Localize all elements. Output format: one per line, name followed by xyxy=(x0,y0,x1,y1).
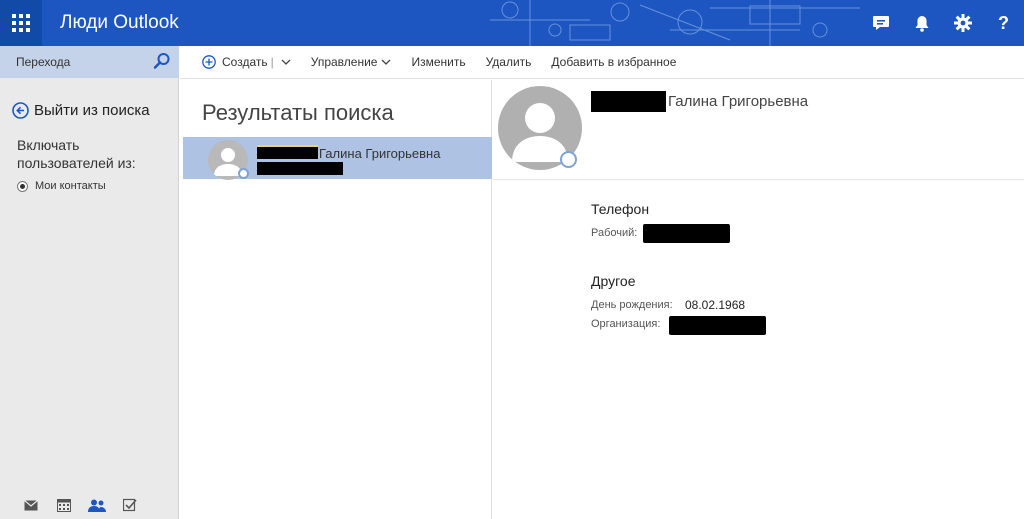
edit-button[interactable]: Изменить xyxy=(411,55,465,69)
contact-name: Галина Григорьевна xyxy=(319,146,441,161)
chevron-down-icon xyxy=(381,59,391,65)
other-section-title: Другое xyxy=(591,273,636,289)
radio-button[interactable] xyxy=(17,180,28,192)
redacted-work-phone xyxy=(643,224,730,243)
organization-label: Организация: xyxy=(591,318,661,330)
app-title[interactable]: Люди Outlook xyxy=(60,12,179,34)
people-icon xyxy=(87,499,106,512)
calendar-module-button[interactable] xyxy=(47,491,80,519)
add-to-favorites-button[interactable]: Добавить в избранное xyxy=(551,55,676,69)
redacted-detail xyxy=(257,162,343,175)
redacted-surname xyxy=(257,145,318,159)
mail-module-button[interactable] xyxy=(14,491,47,519)
separator: | xyxy=(270,55,274,69)
plus-circle-icon xyxy=(202,55,216,69)
app-launcher-button[interactable] xyxy=(0,0,42,46)
contact-header: Галина Григорьевна xyxy=(493,80,1024,180)
include-users-label: Включать пользователей из: xyxy=(17,137,136,171)
birthday-label: День рождения: xyxy=(591,299,673,311)
waffle-icon xyxy=(12,14,30,32)
header-banner-pattern xyxy=(490,0,860,46)
contact-details-pane: Галина Григорьевна Телефон Рабочий: Друг… xyxy=(493,80,1024,519)
tasks-module-button[interactable] xyxy=(113,491,146,519)
chevron-down-icon[interactable] xyxy=(281,57,291,67)
contact-list-item[interactable]: Галина Григорьевна xyxy=(183,137,492,180)
create-button[interactable]: Создать | xyxy=(202,55,291,69)
presence-indicator xyxy=(560,151,577,168)
search-icon[interactable] xyxy=(153,52,171,70)
command-bar: Создать | Управление Изменить Удалить До… xyxy=(180,46,1024,79)
birthday-value: 08.02.1968 xyxy=(685,298,746,312)
presence-indicator xyxy=(238,168,249,179)
help-button[interactable]: ? xyxy=(983,0,1024,46)
exit-search-link[interactable]: Выйти из поиска xyxy=(12,102,150,119)
radio-my-contacts[interactable]: Мои контакты xyxy=(17,180,106,192)
radio-label: Мои контакты xyxy=(35,180,106,192)
top-bar: Люди Outlook ? xyxy=(0,0,1024,46)
people-module-button[interactable] xyxy=(80,491,113,519)
left-navigation: Перехода Выйти из поиска Включать пользо… xyxy=(0,46,179,519)
phone-section-title: Телефон xyxy=(591,201,650,217)
redacted-organization xyxy=(669,316,766,335)
mail-icon xyxy=(23,499,38,510)
bell-icon xyxy=(915,15,928,32)
work-phone-label: Рабочий: xyxy=(591,227,638,239)
manage-menu-button[interactable]: Управление xyxy=(311,55,392,69)
back-arrow-icon xyxy=(12,102,29,119)
exit-search-label: Выйти из поиска xyxy=(34,102,150,119)
manage-label: Управление xyxy=(310,55,378,69)
create-label: Создать xyxy=(222,55,268,69)
notifications-button[interactable] xyxy=(901,0,942,46)
help-icon: ? xyxy=(998,12,1009,33)
chat-button[interactable] xyxy=(860,0,901,46)
delete-button[interactable]: Удалить xyxy=(486,55,532,69)
tasks-icon xyxy=(122,498,137,512)
search-input[interactable]: Перехода xyxy=(0,46,179,78)
calendar-icon xyxy=(56,498,71,512)
module-switcher xyxy=(0,491,179,519)
contact-full-name: Галина Григорьевна xyxy=(668,93,809,110)
redacted-surname xyxy=(591,91,666,112)
search-results-panel: Результаты поиска Галина Григорьевна xyxy=(180,80,492,519)
chat-icon xyxy=(872,16,889,30)
gear-icon xyxy=(953,14,972,32)
search-placeholder: Перехода xyxy=(16,55,71,69)
settings-button[interactable] xyxy=(942,0,983,46)
results-title: Результаты поиска xyxy=(202,100,394,125)
